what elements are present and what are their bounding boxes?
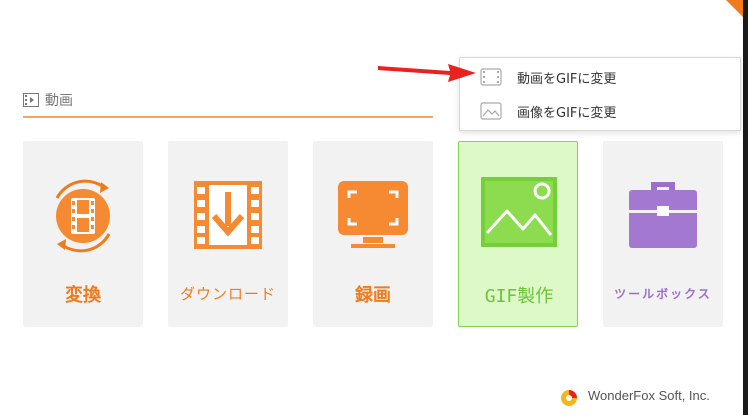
video-frame-icon xyxy=(480,68,502,90)
tile-label: ツールボックス xyxy=(614,287,712,301)
film-strip-icon xyxy=(23,92,39,111)
brand-name: WonderFox Soft, Inc. xyxy=(588,388,710,403)
tile-gif[interactable]: GIF製作 xyxy=(458,141,578,327)
window-edge xyxy=(743,0,748,415)
image-landscape-icon xyxy=(459,177,579,257)
convert-film-icon xyxy=(23,176,143,256)
section-underline xyxy=(23,116,433,118)
menu-item-image-to-gif[interactable]: 画像をGIFに変更 xyxy=(460,94,740,128)
tile-convert[interactable]: 変換 xyxy=(23,141,143,327)
tile-label: 変換 xyxy=(65,285,101,306)
tile-label: GIF製作 xyxy=(484,286,554,307)
download-icon xyxy=(168,176,288,256)
tile-download[interactable]: ダウンロード xyxy=(168,141,288,327)
tile-label: 録画 xyxy=(355,285,391,306)
image-frame-icon xyxy=(480,102,502,124)
menu-item-video-to-gif[interactable]: 動画をGIFに変更 xyxy=(460,60,740,94)
tile-record[interactable]: 録画 xyxy=(313,141,433,327)
toolbox-icon xyxy=(603,176,723,256)
pointer-arrow-icon xyxy=(378,60,478,90)
tile-toolbox[interactable]: ツールボックス xyxy=(603,141,723,327)
menu-item-label: 画像をGIFに変更 xyxy=(517,106,617,121)
wonderfox-logo-icon xyxy=(559,388,579,412)
screen-record-icon xyxy=(313,176,433,256)
section-title: 動画 xyxy=(45,93,73,109)
menu-item-label: 動画をGIFに変更 xyxy=(517,72,617,87)
gif-menu: 動画をGIFに変更 画像をGIFに変更 xyxy=(459,57,741,131)
tile-label: ダウンロード xyxy=(179,285,276,303)
